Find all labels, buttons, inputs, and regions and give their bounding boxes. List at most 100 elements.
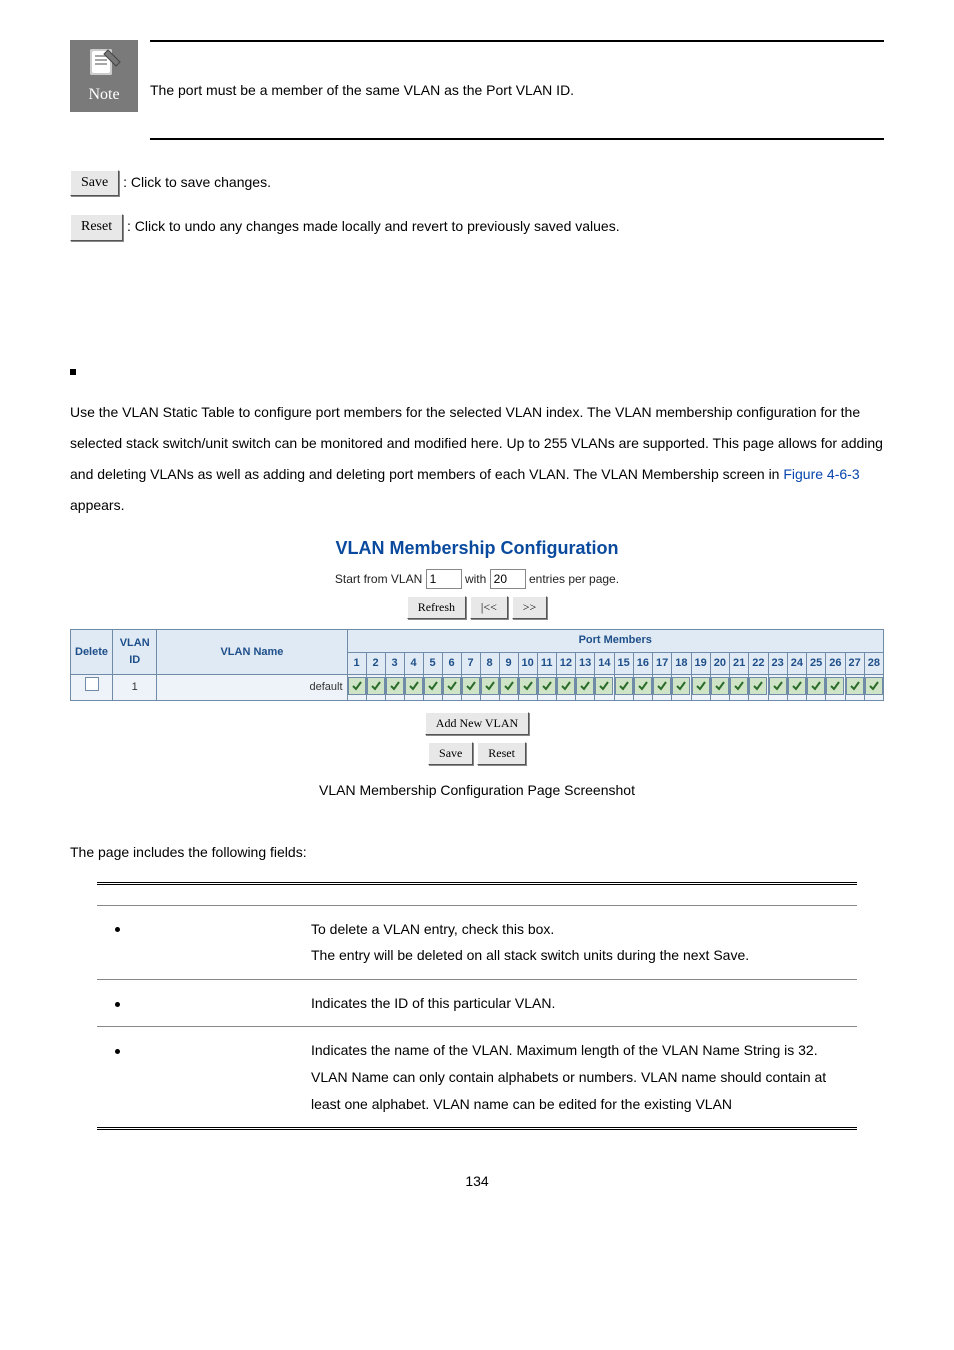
- port-header-17: 17: [653, 652, 672, 675]
- port-header-28: 28: [864, 652, 883, 675]
- port-member-check-8[interactable]: [480, 675, 499, 701]
- col-vlan-id: VLAN ID: [113, 630, 157, 675]
- page-first-button[interactable]: |<<: [470, 596, 508, 619]
- port-member-check-18[interactable]: [672, 675, 691, 701]
- port-member-check-24[interactable]: [787, 675, 806, 701]
- port-member-check-13[interactable]: [576, 675, 595, 701]
- page-number: 134: [70, 1170, 884, 1192]
- vlan-id-cell: 1: [113, 675, 157, 701]
- field-delete-desc-1: To delete a VLAN entry, check this box.: [311, 916, 849, 943]
- section-bullet: [70, 361, 884, 383]
- add-new-vlan-button[interactable]: Add New VLAN: [425, 712, 529, 735]
- page-next-button[interactable]: >>: [512, 596, 548, 619]
- delete-cell[interactable]: [71, 675, 113, 701]
- port-member-check-27[interactable]: [845, 675, 864, 701]
- port-member-check-9[interactable]: [499, 675, 518, 701]
- fields-row-delete: To delete a VLAN entry, check this box. …: [97, 905, 857, 979]
- refresh-button[interactable]: Refresh: [407, 596, 466, 619]
- port-header-5: 5: [423, 652, 442, 675]
- save-button[interactable]: Save: [70, 170, 119, 196]
- fields-header-row: [97, 883, 857, 905]
- reset-button-2[interactable]: Reset: [477, 742, 526, 765]
- note-label: Note: [88, 82, 119, 108]
- with-label: with: [465, 572, 490, 586]
- port-member-check-7[interactable]: [461, 675, 480, 701]
- port-header-18: 18: [672, 652, 691, 675]
- entries-label: entries per page.: [529, 572, 619, 586]
- port-member-check-2[interactable]: [366, 675, 385, 701]
- intro-after: appears.: [70, 497, 124, 513]
- entries-per-page-input[interactable]: [490, 569, 526, 589]
- port-header-25: 25: [807, 652, 826, 675]
- port-header-8: 8: [480, 652, 499, 675]
- vlan-data-row: 1 default: [71, 675, 884, 701]
- port-header-16: 16: [633, 652, 652, 675]
- vlan-config-title: VLAN Membership Configuration: [70, 534, 884, 563]
- port-member-check-19[interactable]: [691, 675, 710, 701]
- port-header-13: 13: [576, 652, 595, 675]
- port-member-check-21[interactable]: [730, 675, 749, 701]
- intro-text: Use the VLAN Static Table to configure p…: [70, 404, 883, 482]
- port-member-check-22[interactable]: [749, 675, 768, 701]
- fields-row-vlanname: Indicates the name of the VLAN. Maximum …: [97, 1027, 857, 1129]
- port-header-26: 26: [826, 652, 845, 675]
- port-header-12: 12: [556, 652, 575, 675]
- port-header-2: 2: [366, 652, 385, 675]
- fields-row-vlanid: Indicates the ID of this particular VLAN…: [97, 979, 857, 1027]
- save-button-2[interactable]: Save: [428, 742, 473, 765]
- port-header-1: 1: [347, 652, 366, 675]
- port-member-check-26[interactable]: [826, 675, 845, 701]
- table-header-row-1: Delete VLAN ID VLAN Name Port Members: [71, 630, 884, 653]
- save-desc-text: : Click to save changes.: [123, 174, 271, 190]
- intro-paragraph: Use the VLAN Static Table to configure p…: [70, 397, 884, 520]
- start-from-input[interactable]: [426, 569, 462, 589]
- col-delete: Delete: [71, 630, 113, 675]
- port-member-check-16[interactable]: [633, 675, 652, 701]
- note-icon: Note: [70, 40, 138, 112]
- port-member-check-25[interactable]: [807, 675, 826, 701]
- reset-button[interactable]: Reset: [70, 214, 123, 240]
- port-header-23: 23: [768, 652, 787, 675]
- port-member-check-12[interactable]: [556, 675, 575, 701]
- port-header-4: 4: [404, 652, 423, 675]
- port-header-27: 27: [845, 652, 864, 675]
- port-member-check-1[interactable]: [347, 675, 366, 701]
- port-header-22: 22: [749, 652, 768, 675]
- note-text: The port must be a member of the same VL…: [150, 40, 884, 140]
- figure-reference: Figure 4-6-3: [783, 466, 859, 482]
- screenshot-caption: VLAN Membership Configuration Page Scree…: [70, 779, 884, 801]
- port-member-check-28[interactable]: [864, 675, 883, 701]
- note-text-content: The port must be a member of the same VL…: [150, 79, 574, 101]
- port-header-9: 9: [499, 652, 518, 675]
- reset-desc-text: : Click to undo any changes made locally…: [127, 218, 620, 234]
- col-vlan-name: VLAN Name: [157, 630, 347, 675]
- port-member-check-17[interactable]: [653, 675, 672, 701]
- note-block: Note The port must be a member of the sa…: [70, 40, 884, 140]
- port-header-10: 10: [518, 652, 537, 675]
- fields-intro: The page includes the following fields:: [70, 841, 884, 863]
- port-member-check-10[interactable]: [518, 675, 537, 701]
- port-header-14: 14: [595, 652, 614, 675]
- port-member-check-11[interactable]: [537, 675, 556, 701]
- port-member-check-3[interactable]: [385, 675, 404, 701]
- vlan-membership-table: Delete VLAN ID VLAN Name Port Members 12…: [70, 629, 884, 701]
- field-vlanid-desc: Indicates the ID of this particular VLAN…: [303, 979, 857, 1027]
- port-member-check-23[interactable]: [768, 675, 787, 701]
- reset-button-description: Reset : Click to undo any changes made l…: [70, 214, 884, 240]
- col-port-members: Port Members: [347, 630, 884, 653]
- port-member-check-20[interactable]: [710, 675, 729, 701]
- port-member-check-14[interactable]: [595, 675, 614, 701]
- vlan-name-cell[interactable]: default: [157, 675, 347, 701]
- vlan-paging-controls: Start from VLAN with entries per page.: [70, 569, 884, 589]
- port-member-check-6[interactable]: [442, 675, 461, 701]
- port-header-24: 24: [787, 652, 806, 675]
- port-header-3: 3: [385, 652, 404, 675]
- fields-table: To delete a VLAN entry, check this box. …: [97, 882, 857, 1131]
- port-header-21: 21: [730, 652, 749, 675]
- port-member-check-15[interactable]: [614, 675, 633, 701]
- port-header-6: 6: [442, 652, 461, 675]
- save-button-description: Save : Click to save changes.: [70, 170, 884, 196]
- port-member-check-5[interactable]: [423, 675, 442, 701]
- field-delete-desc-2: The entry will be deleted on all stack s…: [311, 942, 849, 969]
- port-member-check-4[interactable]: [404, 675, 423, 701]
